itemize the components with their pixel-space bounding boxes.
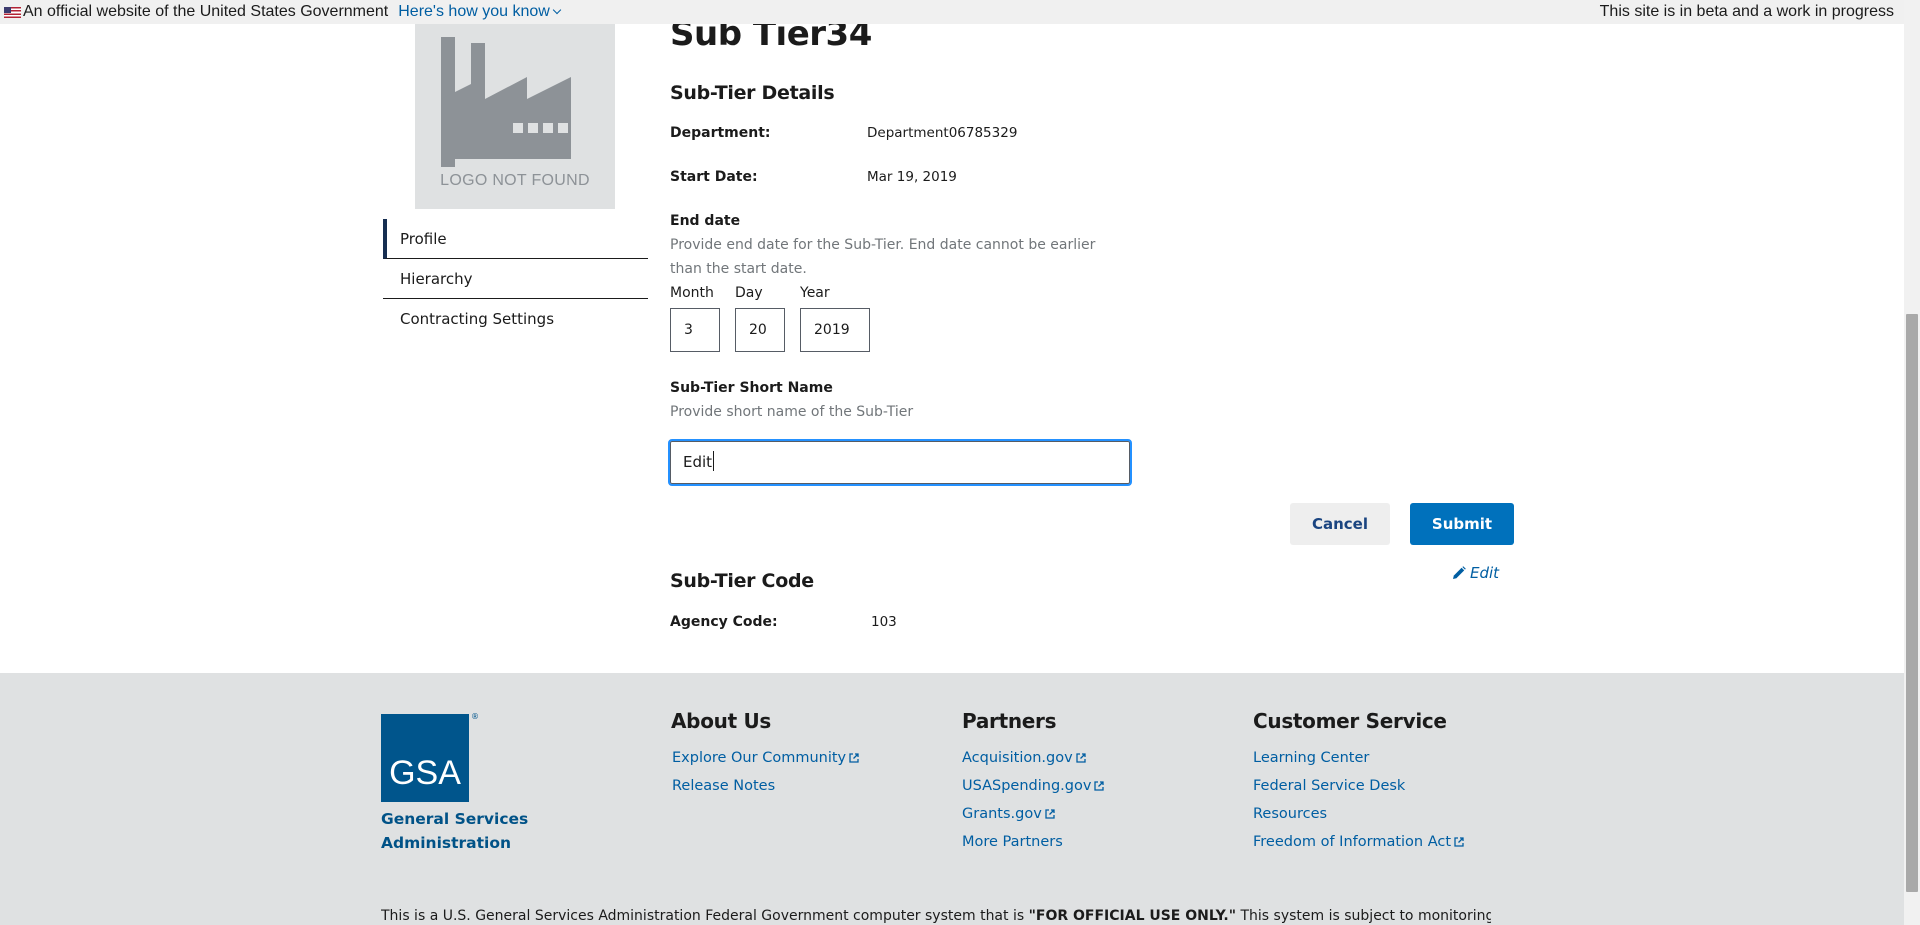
footer-link-label: Release Notes [672,778,776,794]
footer-link-label: Acquisition.gov [962,750,1073,766]
scrollbar-thumb[interactable] [1906,314,1918,892]
heres-how-you-know-link[interactable]: Here's how you know [398,0,562,24]
sub-tier-code-heading: Sub-Tier Code [670,570,814,592]
external-link-icon [1076,753,1086,763]
beta-notice: This site is in beta and a work in progr… [1599,3,1894,20]
footer-link-grants[interactable]: Grants.gov [962,806,1055,822]
footer-link-acquisition[interactable]: Acquisition.gov [962,750,1086,766]
agency-logo-placeholder: LOGO NOT FOUND [415,24,615,209]
agency-code-label: Agency Code: [670,614,778,630]
side-nav-item-hierarchy[interactable]: Hierarchy [383,259,648,299]
footer-customer-service-heading: Customer Service [1253,709,1447,733]
day-label: Day [735,285,763,301]
start-date-label: Start Date: [670,169,758,185]
sub-tier-details-heading: Sub-Tier Details [670,82,835,104]
edit-link-label: Edit [1470,564,1500,582]
gsa-logo[interactable]: GSA [381,714,469,802]
footer-link-label: Learning Center [1253,750,1370,766]
footer-link-explore-community[interactable]: Explore Our Community [672,750,859,766]
external-link-icon [1094,781,1105,791]
footer-link-label: Grants.gov [962,806,1042,822]
footer-partners-heading: Partners [962,709,1057,733]
us-flag-icon [4,6,21,18]
end-date-hint: Provide end date for the Sub-Tier. End d… [670,237,1096,277]
footer-link-usaspending[interactable]: USASpending.gov [962,778,1105,794]
footer-link-learning-center[interactable]: Learning Center [1253,750,1369,766]
short-name-label: Sub-Tier Short Name [670,380,833,396]
footer-link-label: More Partners [962,834,1063,850]
disclaimer-end: This system is subject to monitoring. In… [1240,908,1491,924]
pencil-icon [1453,566,1466,579]
text-caret [713,451,715,471]
department-value: Department06785329 [867,125,1018,141]
footer-link-release-notes[interactable]: Release Notes [672,778,775,794]
gsa-name: General Services Administration [381,810,529,852]
gov-official-text: An official website of the United States… [23,3,389,20]
footer-disclaimer: This is a U.S. General Services Administ… [381,908,1491,924]
short-name-hint: Provide short name of the Sub-Tier [670,404,914,420]
footer-link-federal-service-desk[interactable]: Federal Service Desk [1253,778,1405,794]
disclaimer-bold: "FOR OFFICIAL USE ONLY." [1028,908,1237,924]
year-input[interactable]: 2019 [800,308,870,352]
short-name-input[interactable]: Edit [668,439,1132,486]
year-label: Year [800,285,830,301]
external-link-icon [849,753,859,763]
footer-link-foia[interactable]: Freedom of Information Act [1253,834,1464,850]
edit-sub-tier-code-link[interactable]: Edit [1452,564,1499,582]
footer-link-label: Federal Service Desk [1253,778,1406,794]
gsa-logo-letters: GSA [389,754,461,792]
department-label: Department: [670,125,771,141]
month-input[interactable]: 3 [670,308,720,352]
start-date-value: Mar 19, 2019 [867,169,957,185]
heres-how-you-know-label: Here's how you know [398,3,550,20]
cancel-button[interactable]: Cancel [1290,503,1390,545]
footer-link-more-partners[interactable]: More Partners [962,834,1063,850]
side-nav-label: Hierarchy [400,270,473,288]
side-nav-label: Profile [400,230,447,248]
side-nav-item-profile[interactable]: Profile [383,219,648,259]
footer-link-label: Freedom of Information Act [1253,834,1452,850]
side-nav-label: Contracting Settings [400,310,555,328]
footer-link-label: USASpending.gov [962,778,1092,794]
gov-banner: An official website of the United States… [0,0,1904,24]
side-nav-item-contracting-settings[interactable]: Contracting Settings [383,299,648,339]
page-scrollbar[interactable] [1904,0,1920,925]
footer-link-label: Resources [1253,806,1328,822]
gsa-registered-mark: ® [471,712,479,721]
end-date-label: End date [670,213,741,229]
side-nav: Profile Hierarchy Contracting Settings [383,219,648,339]
chevron-down-icon [552,5,562,15]
footer-link-label: Explore Our Community [672,750,847,766]
external-link-icon [1454,837,1464,847]
disclaimer-start: This is a U.S. General Services Administ… [381,908,1029,924]
short-name-input-value: Edit [683,453,713,471]
submit-button[interactable]: Submit [1410,503,1514,545]
external-link-icon [1045,809,1055,819]
site-footer [0,673,1904,925]
footer-about-heading: About Us [671,709,772,733]
footer-link-resources[interactable]: Resources [1253,806,1327,822]
day-input[interactable]: 20 [735,308,785,352]
logo-not-found-text: LOGO NOT FOUND [440,172,590,189]
month-label: Month [670,285,714,301]
agency-code-value: 103 [871,614,897,630]
factory-icon [441,37,571,167]
